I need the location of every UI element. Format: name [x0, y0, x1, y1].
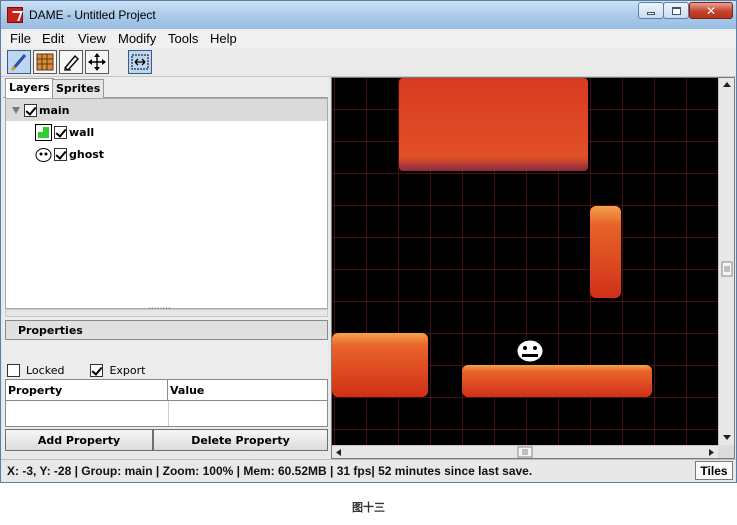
close-button[interactable]: ✕	[689, 2, 733, 19]
panel-splitter[interactable]	[5, 304, 328, 317]
maximize-button[interactable]	[663, 2, 689, 19]
select-region-icon	[131, 54, 149, 70]
locked-label: Locked	[26, 363, 65, 377]
menu-help[interactable]: Help	[210, 31, 237, 46]
property-column-header[interactable]: Property	[6, 380, 168, 401]
tilemap-layer-icon	[35, 123, 52, 141]
scroll-corner	[718, 445, 734, 458]
layer-row-main[interactable]: main	[6, 99, 327, 121]
tile-grid-icon	[36, 53, 54, 71]
figure-caption: 图十三	[352, 501, 385, 514]
toolbar	[1, 48, 736, 77]
close-icon: ✕	[705, 3, 717, 18]
tab-layers[interactable]: Layers	[5, 78, 54, 99]
minimize-icon	[647, 12, 655, 15]
paintbrush-icon	[10, 54, 27, 72]
layer-name: wall	[69, 125, 95, 139]
maximize-icon	[671, 6, 681, 15]
vertical-scrollbar[interactable]	[718, 78, 734, 445]
export-checkbox[interactable]	[90, 363, 104, 377]
lock-export-row: Locked Export	[5, 362, 328, 378]
layer-row-wall[interactable]: wall	[6, 121, 327, 143]
status-bar: X: -3, Y: -28 | Group: main | Zoom: 100%…	[1, 459, 736, 482]
scroll-left-arrow-icon[interactable]	[336, 449, 341, 456]
sprite-layer-icon	[35, 147, 52, 162]
tab-sprites[interactable]: Sprites	[52, 79, 105, 98]
delete-property-button[interactable]: Delete Property	[153, 429, 328, 451]
app-window: DAME - Untitled Project ✕ File Edit View…	[0, 0, 737, 483]
layer-visible-checkbox-main[interactable]	[24, 103, 37, 117]
menu-edit[interactable]: Edit	[42, 31, 64, 46]
wall-tile-block	[332, 333, 428, 397]
panel-tabs: Layers Sprites	[3, 77, 328, 99]
eraser-icon	[63, 54, 79, 71]
tiles-button[interactable]: Tiles	[695, 461, 733, 480]
scroll-up-arrow-icon[interactable]	[723, 82, 731, 87]
export-label: Export	[109, 363, 146, 377]
menu-file[interactable]: File	[10, 31, 31, 46]
layer-name: main	[39, 103, 70, 117]
property-table: Property Value	[5, 379, 328, 427]
eraser-tool-button[interactable]	[59, 50, 83, 74]
status-text: X: -3, Y: -28 | Group: main | Zoom: 100%…	[7, 464, 533, 478]
layer-row-ghost[interactable]: ghost	[6, 143, 327, 165]
value-column-header[interactable]: Value	[168, 380, 327, 401]
layer-visible-checkbox-wall[interactable]	[54, 125, 67, 139]
minimize-button[interactable]	[638, 2, 664, 19]
map-canvas[interactable]	[332, 78, 718, 445]
add-property-button[interactable]: Add Property	[5, 429, 153, 451]
wall-tile-block	[462, 365, 652, 397]
wall-tile-block	[590, 206, 621, 298]
layer-name: ghost	[69, 147, 105, 161]
column-divider	[168, 401, 169, 426]
locked-checkbox[interactable]	[7, 363, 20, 377]
layer-tree: main wall ghost	[5, 98, 328, 309]
paintbrush-tool-button[interactable]	[7, 50, 31, 74]
vertical-scroll-arrows	[721, 82, 733, 440]
move-tool-button[interactable]	[85, 50, 109, 74]
expand-arrow-icon[interactable]	[12, 106, 20, 114]
map-view[interactable]	[332, 78, 718, 445]
title-bar[interactable]: DAME - Untitled Project ✕	[1, 1, 736, 29]
horizontal-scrollbar[interactable]	[332, 445, 718, 458]
dame-app-icon	[7, 7, 23, 23]
menu-view[interactable]: View	[78, 31, 106, 46]
menu-bar: File Edit View Modify Tools Help	[1, 29, 736, 48]
scroll-down-arrow-icon[interactable]	[723, 435, 731, 440]
move-icon	[88, 53, 106, 71]
menu-modify[interactable]: Modify	[118, 31, 156, 46]
map-canvas-frame	[331, 77, 735, 459]
scroll-right-arrow-icon[interactable]	[709, 449, 714, 456]
menu-tools[interactable]: Tools	[168, 31, 198, 46]
properties-header: Properties	[5, 320, 328, 340]
select-region-tool-button[interactable]	[128, 50, 152, 74]
layer-visible-checkbox-ghost[interactable]	[54, 147, 67, 161]
tile-grid-tool-button[interactable]	[33, 50, 57, 74]
left-panel: Layers Sprites main wall ghost ········ …	[3, 77, 328, 452]
window-title: DAME - Untitled Project	[29, 8, 156, 22]
wall-tile-block	[399, 78, 588, 171]
horizontal-scroll-arrows	[336, 446, 714, 458]
